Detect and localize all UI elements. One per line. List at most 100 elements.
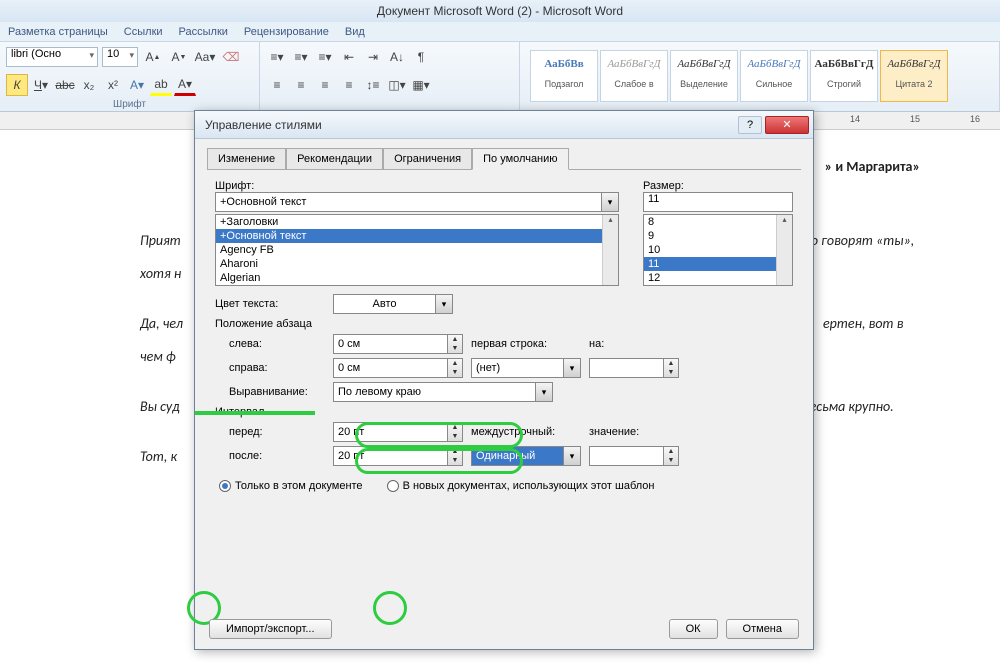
font-color-select[interactable]: Авто — [333, 294, 435, 314]
strike-button[interactable]: abc — [54, 74, 76, 96]
bullets-icon[interactable]: ≡▾ — [266, 46, 288, 68]
style-item[interactable]: АаБбВвГгДСлабое в — [600, 50, 668, 102]
style-item[interactable]: АаБбВвПодзагол — [530, 50, 598, 102]
list-item[interactable]: 12 — [644, 271, 792, 285]
list-item[interactable]: Algerian — [216, 271, 618, 285]
font-name-select[interactable]: libri (Осно — [6, 47, 98, 67]
alignment-label: Выравнивание: — [215, 386, 325, 398]
style-item[interactable]: АаБбВвГгДСтрогий — [810, 50, 878, 102]
radio-on-icon — [219, 480, 231, 492]
spinner-icon[interactable]: ▲▼ — [447, 446, 463, 466]
tab-recommend[interactable]: Рекомендации — [286, 148, 383, 170]
superscript-button[interactable]: x² — [102, 74, 124, 96]
spinner-icon[interactable]: ▲▼ — [663, 358, 679, 378]
radio-this-document[interactable]: Только в этом документе — [219, 480, 363, 492]
style-item[interactable]: АаБбВвГгДСильное — [740, 50, 808, 102]
list-item[interactable]: Agency FB — [216, 243, 618, 257]
tab-review[interactable]: Рецензирование — [244, 22, 329, 41]
font-input[interactable]: +Основной текст — [215, 192, 601, 212]
size-input[interactable]: 11 — [643, 192, 793, 212]
list-item[interactable]: 8 — [644, 215, 792, 229]
indent-left-input[interactable]: 0 см — [333, 334, 447, 354]
change-case-icon[interactable]: Aa▾ — [194, 46, 216, 68]
multilevel-icon[interactable]: ≡▾ — [314, 46, 336, 68]
radio-new-documents[interactable]: В новых документах, использующих этот ша… — [387, 480, 655, 492]
dropdown-icon[interactable]: ▾ — [435, 294, 453, 314]
space-after-label: после: — [215, 450, 325, 462]
spinner-icon[interactable]: ▲▼ — [663, 446, 679, 466]
align-left-icon[interactable]: ≡ — [266, 74, 288, 96]
scrollbar[interactable]: ▴ — [776, 215, 792, 285]
dropdown-icon[interactable]: ▾ — [535, 382, 553, 402]
dialog-body: Шрифт: +Основной текст ▾ +Заголовки +Осн… — [207, 169, 801, 502]
value-label: значение: — [589, 426, 659, 438]
indent-right-icon[interactable]: ⇥ — [362, 46, 384, 68]
space-after-input[interactable]: 20 пт — [333, 446, 447, 466]
first-line-by-input[interactable] — [589, 358, 663, 378]
justify-icon[interactable]: ≡ — [338, 74, 360, 96]
list-item[interactable]: Aharoni — [216, 257, 618, 271]
list-item[interactable]: 11 — [644, 257, 792, 271]
indent-left-label: слева: — [215, 338, 325, 350]
space-before-label: перед: — [215, 426, 325, 438]
text-effects-icon[interactable]: A▾ — [126, 74, 148, 96]
dropdown-icon[interactable]: ▾ — [563, 358, 581, 378]
clear-format-icon[interactable]: ⌫ — [220, 46, 242, 68]
line-spacing-select[interactable]: Одинарный — [471, 446, 563, 466]
style-item[interactable]: АаБбВвГгДЦитата 2 — [880, 50, 948, 102]
indent-left-icon[interactable]: ⇤ — [338, 46, 360, 68]
list-item[interactable]: 9 — [644, 229, 792, 243]
tab-mailings[interactable]: Рассылки — [179, 22, 228, 41]
tab-view[interactable]: Вид — [345, 22, 365, 41]
ribbon-tabs: Разметка страницы Ссылки Рассылки Реценз… — [0, 22, 1000, 42]
line-spacing-value-input[interactable] — [589, 446, 663, 466]
spinner-icon[interactable]: ▲▼ — [447, 422, 463, 442]
shading-icon[interactable]: ◫▾ — [386, 74, 408, 96]
help-button[interactable]: ? — [738, 116, 762, 134]
spinner-icon[interactable]: ▲▼ — [447, 334, 463, 354]
font-size-select[interactable]: 10 — [102, 47, 138, 67]
borders-icon[interactable]: ▦▾ — [410, 74, 432, 96]
subscript-button[interactable]: x₂ — [78, 74, 100, 96]
align-right-icon[interactable]: ≡ — [314, 74, 336, 96]
align-center-icon[interactable]: ≡ — [290, 74, 312, 96]
font-color-icon[interactable]: A▾ — [174, 74, 196, 96]
list-item[interactable]: +Заголовки — [216, 215, 618, 229]
tab-defaults[interactable]: По умолчанию — [472, 148, 568, 170]
line-spacing-icon[interactable]: ↕≡ — [362, 74, 384, 96]
tab-page-layout[interactable]: Разметка страницы — [8, 22, 108, 41]
indent-right-input[interactable]: 0 см — [333, 358, 447, 378]
line-spacing-label: междустрочный: — [471, 426, 581, 438]
list-item[interactable]: +Основной текст — [216, 229, 618, 243]
size-listbox[interactable]: 8 9 10 11 12 ▴ — [643, 214, 793, 286]
ruler-mark: 14 — [850, 114, 860, 124]
alignment-select[interactable]: По левому краю — [333, 382, 535, 402]
font-listbox[interactable]: +Заголовки +Основной текст Agency FB Aha… — [215, 214, 619, 286]
space-before-input[interactable]: 20 пт — [333, 422, 447, 442]
close-button[interactable]: ✕ — [765, 116, 809, 134]
ruler-mark: 15 — [910, 114, 920, 124]
grow-font-icon[interactable]: A▲ — [142, 46, 164, 68]
shrink-font-icon[interactable]: A▼ — [168, 46, 190, 68]
tab-edit[interactable]: Изменение — [207, 148, 286, 170]
size-label: Размер: — [643, 180, 753, 192]
font-dropdown-icon[interactable]: ▾ — [601, 192, 619, 212]
scrollbar[interactable]: ▴ — [602, 215, 618, 285]
underline-button[interactable]: Ч▾ — [30, 74, 52, 96]
tab-references[interactable]: Ссылки — [124, 22, 163, 41]
first-line-select[interactable]: (нет) — [471, 358, 563, 378]
highlight-color-icon[interactable]: ab — [150, 74, 172, 96]
show-marks-icon[interactable]: ¶ — [410, 46, 432, 68]
numbering-icon[interactable]: ≡▾ — [290, 46, 312, 68]
import-export-button[interactable]: Импорт/экспорт... — [209, 619, 332, 639]
dropdown-icon[interactable]: ▾ — [563, 446, 581, 466]
ribbon: libri (Осно 10 A▲ A▼ Aa▾ ⌫ К Ч▾ abc x₂ x… — [0, 42, 1000, 112]
spinner-icon[interactable]: ▲▼ — [447, 358, 463, 378]
italic-button[interactable]: К — [6, 74, 28, 96]
ok-button[interactable]: ОК — [669, 619, 718, 639]
cancel-button[interactable]: Отмена — [726, 619, 799, 639]
tab-restrict[interactable]: Ограничения — [383, 148, 472, 170]
list-item[interactable]: 10 — [644, 243, 792, 257]
sort-icon[interactable]: A↓ — [386, 46, 408, 68]
style-item[interactable]: АаБбВвГгДВыделение — [670, 50, 738, 102]
